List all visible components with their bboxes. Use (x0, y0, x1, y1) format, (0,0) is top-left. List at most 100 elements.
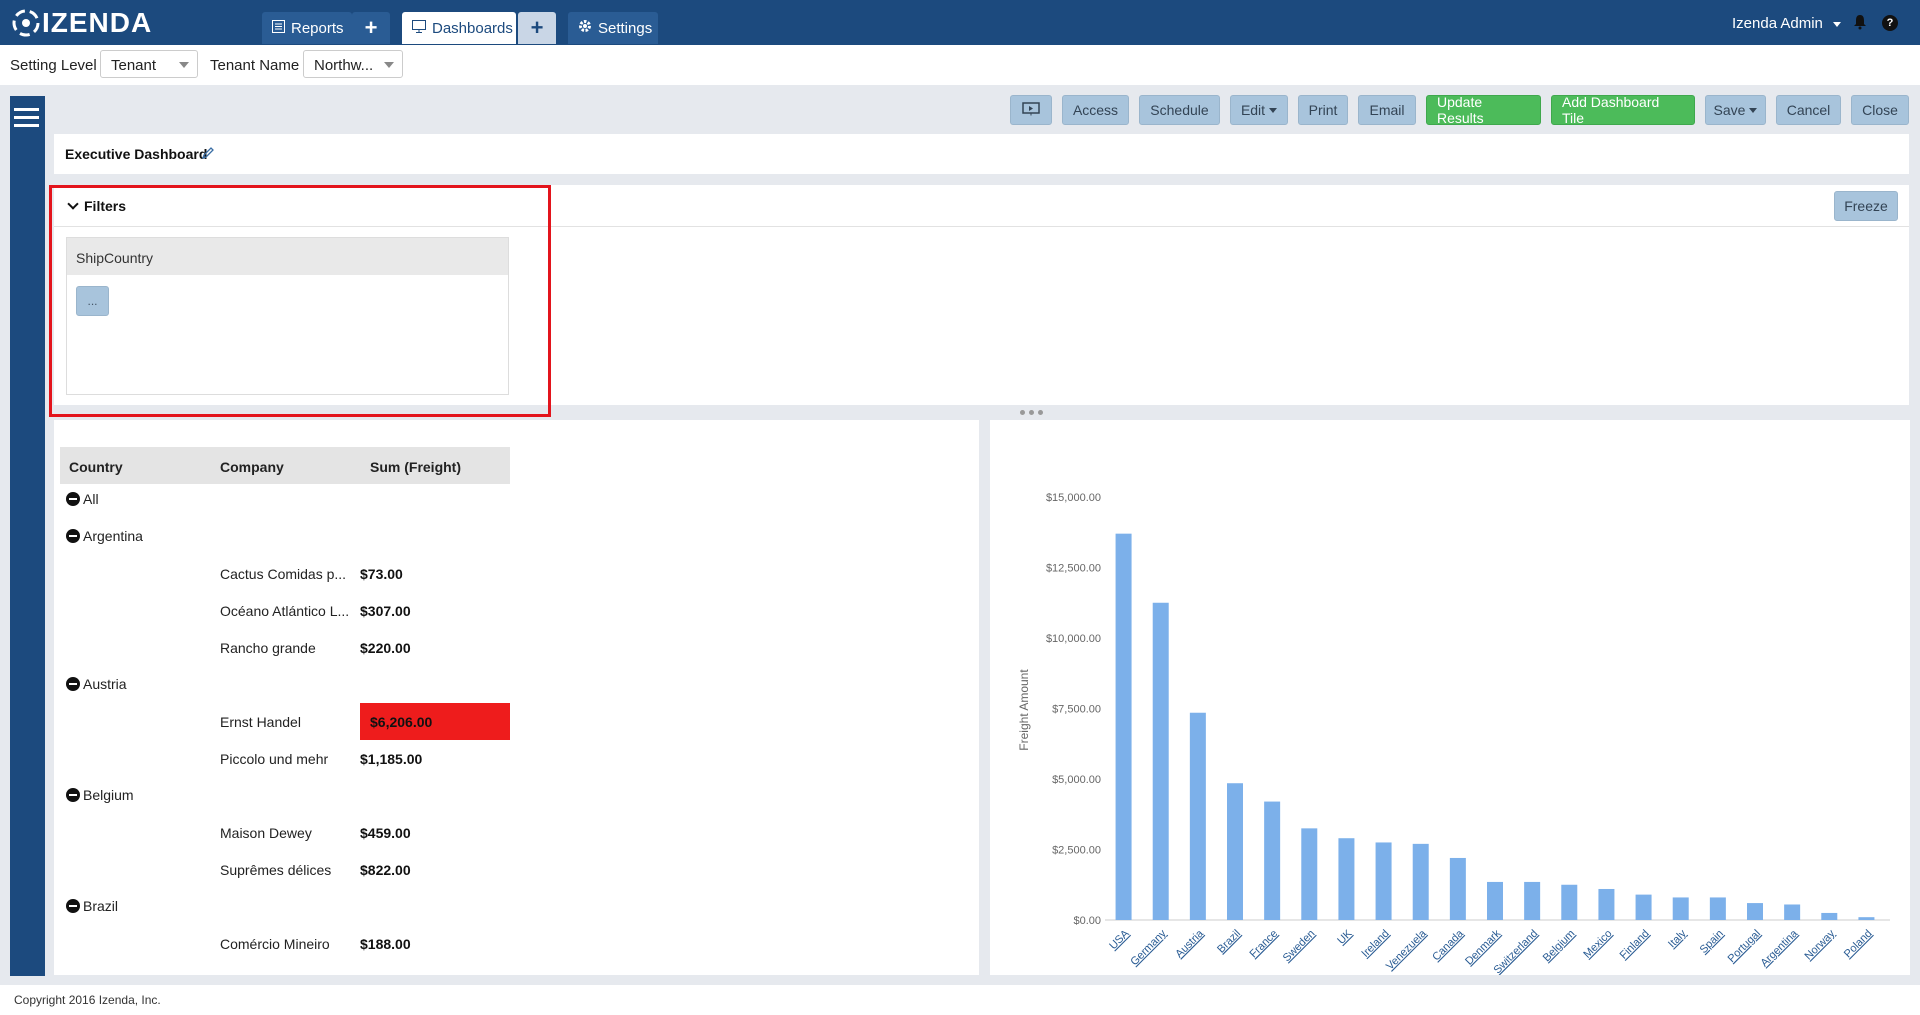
x-tick-label: Ireland (1359, 928, 1391, 960)
cancel-button[interactable]: Cancel (1776, 95, 1841, 125)
freight-amount-cell: $188.00 (360, 936, 411, 952)
tenant-name-label: Tenant Name (210, 57, 300, 74)
x-tick-label: Argentina (1758, 927, 1800, 969)
gear-icon (578, 19, 592, 37)
table-row: Ernst Handel $6,206.00 (60, 703, 510, 740)
left-sidebar (10, 96, 45, 976)
add-dashboard-button[interactable]: + (518, 12, 556, 44)
chart-bar (1524, 881, 1541, 920)
x-tick-label: Spain (1698, 928, 1726, 956)
chart-bar (1449, 857, 1466, 920)
company-cell: Océano Atlántico L... (220, 603, 350, 619)
group-country[interactable]: Belgium (66, 787, 134, 803)
y-tick-label: $5,000.00 (1052, 774, 1101, 786)
group-all[interactable]: All (66, 491, 99, 507)
chart-tile: $0.00 $2,500.00 $5,000.00 $7,500.00 $10,000.… (990, 420, 1910, 976)
group-country[interactable]: Argentina (66, 528, 143, 544)
column-header-sum-freight[interactable]: Sum (Freight) (370, 459, 461, 475)
tenant-name-value: Northw... (314, 57, 374, 74)
drag-handle-icon (1020, 410, 1043, 415)
chart-bar (1858, 917, 1875, 920)
collapse-icon[interactable] (66, 677, 80, 691)
x-tick-label: Austria (1173, 927, 1206, 960)
save-button[interactable]: Save (1705, 95, 1766, 125)
izenda-logo[interactable]: IZENDA (12, 7, 153, 38)
reports-icon (272, 19, 285, 37)
footer: Copyright 2016 Izenda, Inc. (0, 985, 1920, 1015)
hamburger-menu-icon[interactable] (14, 108, 39, 132)
resize-splitter[interactable] (54, 406, 1909, 416)
company-cell: Ernst Handel (220, 714, 301, 730)
freight-amount-cell: $1,185.00 (360, 751, 423, 767)
add-dashboard-tile-button[interactable]: Add Dashboard Tile (1551, 94, 1695, 126)
user-name: Izenda Admin (1732, 15, 1823, 32)
dashboard-icon (412, 19, 426, 37)
x-tick-label: Germany (1128, 927, 1169, 968)
chart-bar (1412, 843, 1429, 920)
collapse-icon[interactable] (66, 529, 80, 543)
collapse-icon[interactable] (66, 492, 80, 506)
chart-bar (1784, 904, 1801, 920)
plus-icon: + (530, 15, 544, 40)
chart-bar (1709, 897, 1726, 920)
x-tick-label: Brazil (1215, 928, 1243, 956)
logo-text: IZENDA (42, 7, 153, 38)
freight-amount-cell: $459.00 (360, 825, 411, 841)
update-results-button[interactable]: Update Results (1426, 94, 1541, 126)
access-button[interactable]: Access (1062, 95, 1129, 125)
x-tick-label: Mexico (1581, 928, 1614, 961)
plus-icon: + (364, 15, 378, 40)
setting-row: Setting Level Tenant Tenant Name Northw.… (0, 45, 1920, 85)
freight-amount-cell: $822.00 (360, 862, 411, 878)
collapse-icon[interactable] (66, 899, 80, 913)
table-row: Belgium (60, 777, 510, 814)
bell-icon[interactable] (1853, 14, 1867, 33)
table-tile: Country Company Sum (Freight) All Argenti… (54, 420, 979, 975)
copyright-text: Copyright 2016 Izenda, Inc. (14, 993, 161, 1007)
edit-button[interactable]: Edit (1230, 95, 1288, 125)
chart-bar (1598, 888, 1615, 920)
chevron-down-icon (384, 62, 394, 68)
top-navbar: IZENDA Reports + Dashboards + Settings I… (0, 0, 1920, 45)
setting-level-value: Tenant (111, 57, 157, 74)
help-icon[interactable]: ? (1882, 15, 1898, 31)
dashboards-tab[interactable]: Dashboards (402, 12, 516, 44)
table-row: Piccolo und mehr $1,185.00 (60, 740, 510, 777)
column-header-country[interactable]: Country (69, 459, 123, 475)
table-row: Cactus Comidas p... $73.00 (60, 555, 510, 592)
tenant-name-select[interactable]: Northw... (303, 50, 403, 78)
chart-bar (1264, 801, 1281, 920)
email-button[interactable]: Email (1358, 95, 1416, 125)
collapse-icon[interactable] (66, 788, 80, 802)
user-menu[interactable]: Izenda Admin (1732, 15, 1842, 32)
chevron-down-icon (1269, 107, 1278, 113)
setting-level-select[interactable]: Tenant (100, 50, 198, 78)
group-country[interactable]: Brazil (66, 898, 118, 914)
chevron-down-icon (179, 62, 189, 68)
schedule-button[interactable]: Schedule (1139, 95, 1220, 125)
table-row: Océano Atlántico L... $307.00 (60, 592, 510, 629)
x-tick-label: Poland (1842, 928, 1875, 961)
x-tick-label: Sweden (1281, 928, 1318, 965)
column-header-company[interactable]: Company (220, 459, 284, 475)
y-tick-label: $7,500.00 (1052, 704, 1101, 716)
pencil-icon[interactable] (201, 146, 215, 163)
reports-tab[interactable]: Reports (262, 12, 352, 44)
table-header: Country Company Sum (Freight) (60, 447, 510, 484)
add-report-button[interactable]: + (352, 12, 390, 44)
freeze-button[interactable]: Freeze (1834, 191, 1898, 221)
settings-tab[interactable]: Settings (568, 12, 658, 44)
company-cell: Cactus Comidas p... (220, 566, 347, 582)
x-tick-label: USA (1107, 927, 1132, 952)
chart-bar (1747, 903, 1763, 920)
group-label: Brazil (83, 898, 119, 914)
print-button[interactable]: Print (1298, 95, 1348, 125)
freight-amount-cell: $220.00 (360, 640, 411, 656)
close-button[interactable]: Close (1851, 95, 1909, 125)
present-button[interactable] (1010, 95, 1052, 125)
x-tick-label: Italy (1666, 927, 1689, 950)
highlighted-cell: $6,206.00 (360, 703, 510, 740)
y-tick-label: $12,500.00 (1046, 563, 1101, 575)
save-label: Save (1713, 102, 1746, 118)
group-country[interactable]: Austria (66, 676, 127, 692)
